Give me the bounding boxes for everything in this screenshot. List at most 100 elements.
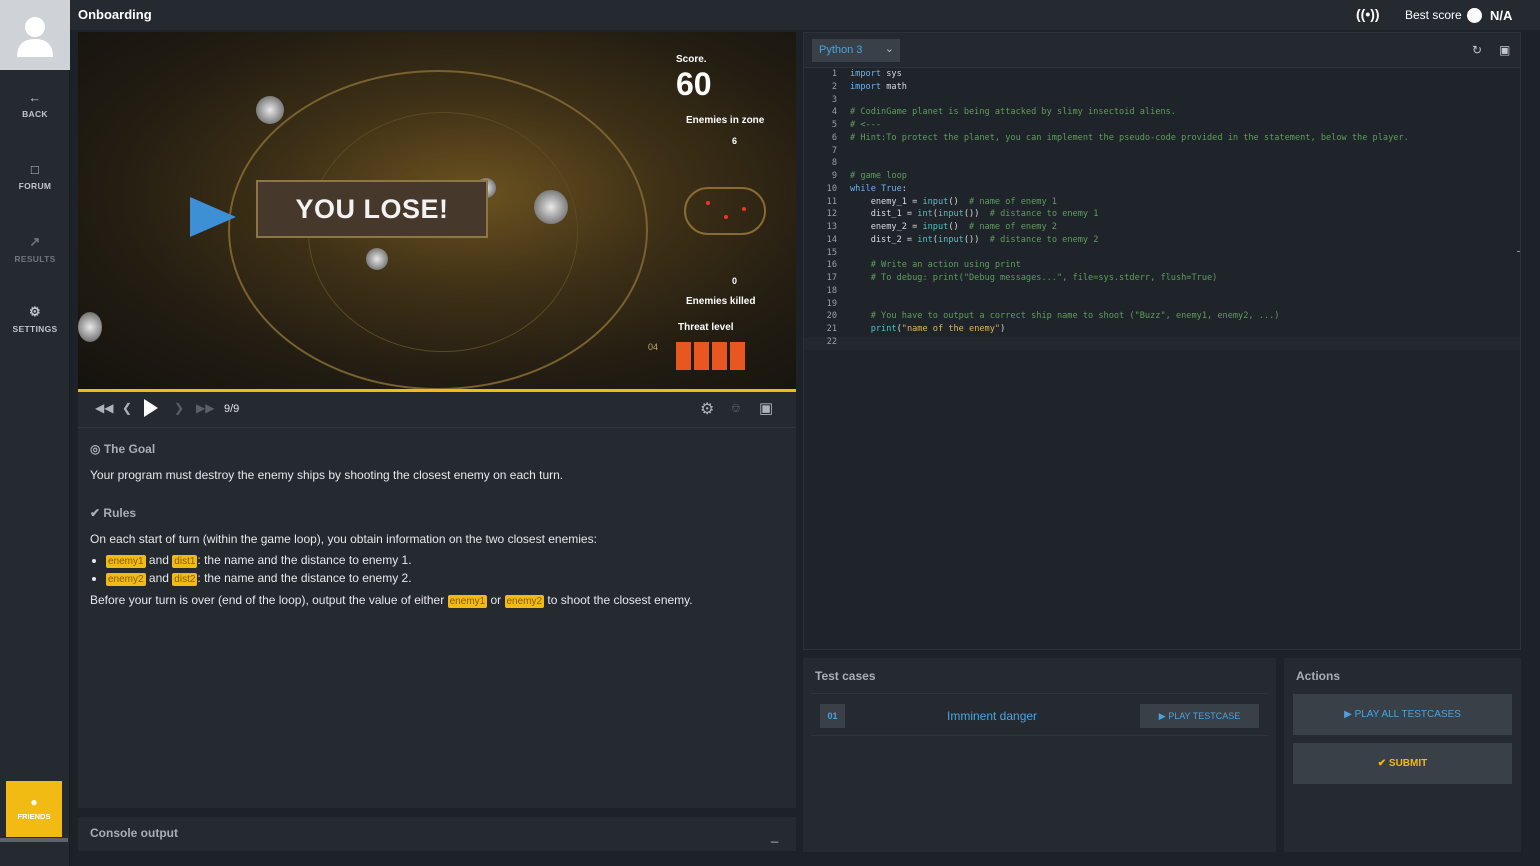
editor-scrollbar[interactable] xyxy=(1517,251,1520,252)
code-text: while True: xyxy=(850,183,907,194)
code-text: dist_2 = int(input()) # distance to enem… xyxy=(850,234,1099,245)
code-line[interactable]: 20 # You have to output a correct ship n… xyxy=(804,311,1520,324)
gear-icon: ⚙ xyxy=(29,304,41,319)
sidebar-scrollbar[interactable] xyxy=(0,838,68,842)
code-line[interactable]: 2 import math xyxy=(804,82,1520,95)
play-all-testcases-button[interactable]: ▶ PLAY ALL TESTCASES xyxy=(1293,694,1512,735)
broadcast-icon[interactable]: ((•)) xyxy=(1356,6,1380,22)
reset-icon[interactable]: ↻ xyxy=(1472,43,1482,57)
rule-text: : the name and the distance to enemy 2. xyxy=(197,571,412,585)
play-testcase-button[interactable]: ▶ PLAY TESTCASE xyxy=(1140,704,1259,728)
line-number: 11 xyxy=(826,196,837,207)
code-line[interactable]: 14 dist_2 = int(input()) # distance to e… xyxy=(804,235,1520,248)
line-number: 7 xyxy=(831,145,837,156)
friends-button[interactable]: ● FRIENDS xyxy=(6,781,62,837)
code-line[interactable]: 8 xyxy=(804,158,1520,171)
code-var: dist2 xyxy=(172,573,198,586)
code-line[interactable]: 4 # CodinGame planet is being attacked by… xyxy=(804,107,1520,120)
score-panel: Score. 60 xyxy=(666,44,768,106)
code-line[interactable]: 12 dist_1 = int(input()) # distance to e… xyxy=(804,209,1520,222)
enemies-in-zone-value: 6 xyxy=(732,136,738,146)
gear-icon[interactable]: ⚙ xyxy=(700,399,714,419)
friends-label: FRIENDS xyxy=(17,812,51,821)
code-editor[interactable]: Python 3 ⌄ ↻ ▣ 1 import sys 2 import math 3 4… xyxy=(803,32,1521,650)
score-value: 60 xyxy=(676,66,712,102)
actions-label: Actions xyxy=(1296,669,1341,683)
code-area[interactable]: 1 import sys 2 import math 3 4 # CodinGame pla… xyxy=(804,69,1520,350)
or-text: or xyxy=(490,593,502,607)
code-line[interactable]: 3 xyxy=(804,95,1520,108)
minimize-icon[interactable]: _ xyxy=(771,828,778,843)
code-line[interactable]: 1 import sys xyxy=(804,69,1520,82)
code-line[interactable]: 15 xyxy=(804,248,1520,261)
fast-forward-icon[interactable]: ▶▶ xyxy=(196,401,214,415)
code-line[interactable]: 11 enemy_1 = input() # name of enemy 1 xyxy=(804,197,1520,210)
topbar: Onboarding ((•)) Best score N/A xyxy=(70,0,1540,30)
code-line[interactable]: 10 while True: xyxy=(804,184,1520,197)
game-viewer[interactable]: YOU LOSE! Score. 60 Enemies in zone 6 0 … xyxy=(78,32,796,392)
code-text: dist_1 = int(input()) # distance to enem… xyxy=(850,209,1099,220)
code-line[interactable]: 5 # <--- xyxy=(804,120,1520,133)
line-number: 22 xyxy=(826,336,837,347)
play-testcase-label: PLAY TESTCASE xyxy=(1168,711,1241,721)
maximize-icon[interactable]: ▣ xyxy=(1499,43,1510,57)
share-icon[interactable]: ⎊ xyxy=(731,401,741,416)
fullscreen-icon[interactable]: ▣ xyxy=(759,399,773,417)
testcase-number[interactable]: 01 xyxy=(820,704,845,728)
language-select[interactable]: Python 3 ⌄ xyxy=(812,39,900,62)
play-all-label: PLAY ALL TESTCASES xyxy=(1354,709,1461,720)
code-text: # Hint:To protect the planet, you can im… xyxy=(850,132,1409,143)
line-number: 12 xyxy=(826,209,837,220)
code-line[interactable]: 21 print("name of the enemy") xyxy=(804,324,1520,337)
code-line[interactable]: 16 # Write an action using print xyxy=(804,260,1520,273)
statement-panel: ◎ The Goal Your program must destroy the… xyxy=(78,428,796,808)
result-banner: YOU LOSE! xyxy=(256,180,488,238)
score-label: Score. xyxy=(676,54,707,65)
code-var: enemy2 xyxy=(504,595,545,608)
code-line[interactable]: 22 xyxy=(804,336,1520,350)
play-icon[interactable] xyxy=(144,399,158,417)
submit-label: SUBMIT xyxy=(1388,758,1428,769)
line-number: 5 xyxy=(831,120,837,130)
user-avatar-icon xyxy=(17,17,53,57)
line-number: 6 xyxy=(831,132,837,143)
code-line[interactable]: 7 xyxy=(804,146,1520,159)
rewind-icon[interactable]: ◀◀ xyxy=(95,401,113,415)
code-var: enemy1 xyxy=(447,595,488,608)
rules-heading: ✔ Rules xyxy=(90,506,136,520)
threat-bar xyxy=(712,342,727,370)
user-icon: ● xyxy=(30,795,38,809)
bullet xyxy=(92,577,96,581)
step-forward-icon[interactable]: ❯ xyxy=(174,401,184,415)
sidebar-item-forum[interactable]: □ FORUM xyxy=(0,162,70,191)
arrow-left-icon: ← xyxy=(28,90,42,105)
code-line[interactable]: 17 # To debug: print("Debug messages..."… xyxy=(804,273,1520,286)
code-line[interactable]: 6 # Hint:To protect the planet, you can i… xyxy=(804,133,1520,146)
line-number: 9 xyxy=(831,171,837,181)
code-text: # game loop xyxy=(850,171,907,181)
sidebar: ← BACK □ FORUM ↗ RESULTS ⚙ SETTINGS ● FR… xyxy=(0,0,70,866)
avatar[interactable] xyxy=(0,0,70,70)
rules-title: Rules xyxy=(103,506,137,520)
testcase-name[interactable]: Imminent danger xyxy=(947,709,1037,723)
forum-icon: □ xyxy=(30,162,40,177)
actions-panel: Actions ▶ PLAY ALL TESTCASES ✔ SUBMIT xyxy=(1284,658,1521,852)
enemy-ship xyxy=(256,96,284,124)
code-line[interactable]: 13 enemy_2 = input() # name of enemy 2 xyxy=(804,222,1520,235)
output-suffix: to shoot the closest enemy. xyxy=(547,593,693,607)
divider xyxy=(811,693,1268,694)
step-back-icon[interactable]: ❮ xyxy=(122,401,132,415)
console-panel[interactable]: Console output _ xyxy=(78,817,796,851)
app: ← BACK □ FORUM ↗ RESULTS ⚙ SETTINGS ● FR… xyxy=(0,0,1540,866)
line-number: 16 xyxy=(826,260,837,271)
chart-icon: ↗ xyxy=(29,234,41,249)
sidebar-item-results[interactable]: ↗ RESULTS xyxy=(0,234,70,264)
sidebar-item-settings[interactable]: ⚙ SETTINGS xyxy=(0,304,70,334)
code-line[interactable]: 19 xyxy=(804,299,1520,312)
sidebar-item-back[interactable]: ← BACK xyxy=(0,90,70,119)
code-line[interactable]: 18 xyxy=(804,286,1520,299)
player-ship xyxy=(190,197,236,237)
submit-button[interactable]: ✔ SUBMIT xyxy=(1293,743,1512,784)
code-line[interactable]: 9 # game loop xyxy=(804,171,1520,184)
output-prefix: Before your turn is over (end of the loo… xyxy=(90,593,445,607)
